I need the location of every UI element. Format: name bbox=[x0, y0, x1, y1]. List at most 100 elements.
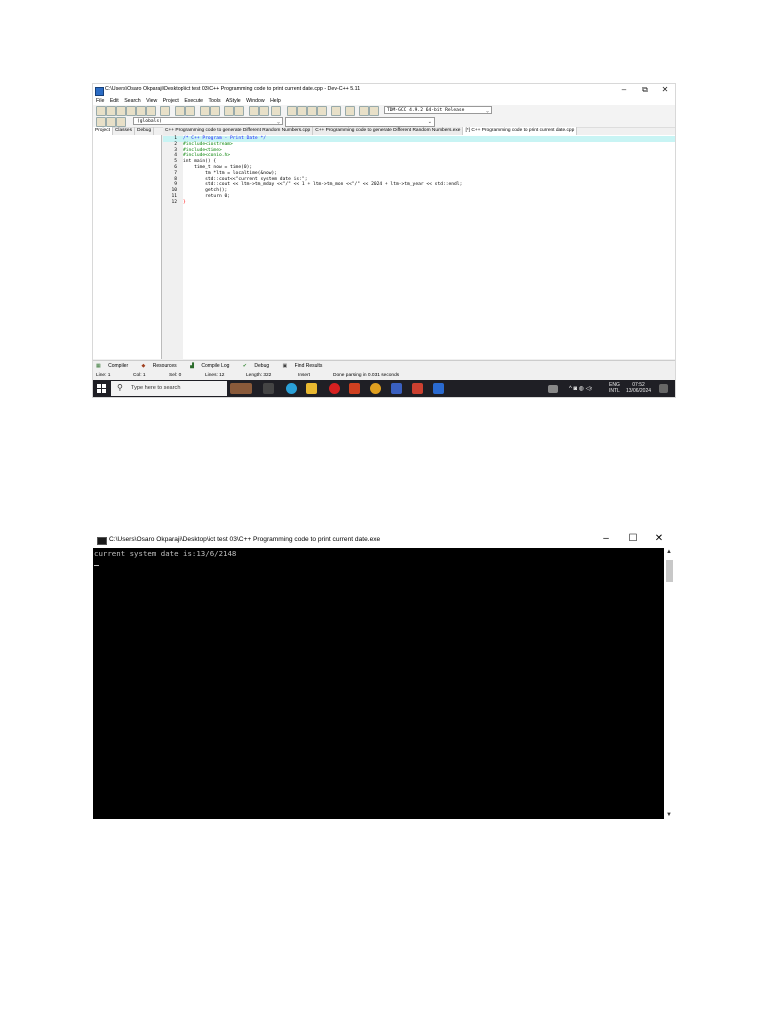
insert-icon[interactable] bbox=[96, 117, 106, 127]
menu-edit[interactable]: Edit bbox=[110, 98, 119, 104]
menu-help[interactable]: Help bbox=[270, 98, 281, 104]
close-file-icon[interactable] bbox=[136, 106, 146, 116]
undo-icon[interactable] bbox=[175, 106, 185, 116]
devcpp-taskbar-icon[interactable] bbox=[412, 383, 423, 394]
console-scrollbar[interactable]: ▲ ▼ bbox=[664, 548, 675, 819]
chevron-down-icon: ⌄ bbox=[427, 119, 432, 125]
tab-debug[interactable]: Debug bbox=[135, 127, 155, 135]
toggle-bookmark-icon[interactable] bbox=[106, 117, 116, 127]
tab-compiler[interactable]: ▦ Compiler bbox=[96, 361, 134, 371]
edge-browser-icon[interactable] bbox=[286, 383, 297, 394]
print-icon[interactable] bbox=[160, 106, 170, 116]
menu-search[interactable]: Search bbox=[124, 98, 140, 104]
function-select[interactable]: ⌄ bbox=[285, 117, 435, 127]
delete-profile-icon[interactable] bbox=[369, 106, 379, 116]
check-icon: ✔ bbox=[242, 363, 247, 369]
stop-icon[interactable] bbox=[345, 106, 355, 116]
console-title-bar[interactable]: C:\Users\Osaro Okparaji\Desktop\ict test… bbox=[93, 532, 675, 548]
compiler-select-value: TDM-GCC 4.9.2 64-bit Release bbox=[387, 108, 465, 113]
input-language[interactable]: ENG INTL bbox=[609, 382, 620, 394]
chevron-down-icon: ⌄ bbox=[276, 119, 280, 125]
message-tabs: ▦ Compiler ◆ Resources ▟ Compile Log ✔ D… bbox=[93, 360, 675, 371]
taskbar-search-box[interactable]: ⚲ Type here to search bbox=[111, 381, 227, 396]
project-panel[interactable] bbox=[93, 135, 162, 359]
tab-find-results[interactable]: ▣ Find Results bbox=[283, 361, 329, 371]
windows-taskbar: ⚲ Type here to search ^ ◙ ◍ ◁‹ ENG INTL … bbox=[93, 380, 675, 397]
tab-resources[interactable]: ◆ Resources bbox=[142, 361, 183, 371]
run-icon[interactable] bbox=[297, 106, 307, 116]
file-tab-random-exe[interactable]: C++ Programming code to generate Differe… bbox=[313, 127, 464, 135]
menu-bar: File Edit Search View Project Execute To… bbox=[93, 97, 675, 105]
status-mode: Insert bbox=[298, 373, 310, 378]
compiler-select[interactable]: TDM-GCC 4.9.2 64-bit Release ⌄ bbox=[384, 106, 492, 114]
taskbar-clock[interactable]: 07:52 13/06/2024 bbox=[626, 382, 651, 394]
indent-icon[interactable] bbox=[224, 106, 234, 116]
file-tab-print-date-cpp[interactable]: [*] C++ Programming code to print curren… bbox=[463, 127, 578, 135]
redo-icon[interactable] bbox=[185, 106, 195, 116]
save-all-icon[interactable] bbox=[126, 106, 136, 116]
tab-project[interactable]: Project bbox=[93, 127, 113, 135]
devcpp-app-icon bbox=[95, 87, 104, 96]
restore-button[interactable]: ⧉ bbox=[638, 85, 652, 95]
status-col: Col: 1 bbox=[133, 373, 146, 378]
bookmark-icon[interactable] bbox=[271, 106, 281, 116]
word-app-icon[interactable] bbox=[391, 383, 402, 394]
console-maximize-button[interactable]: ☐ bbox=[625, 533, 641, 544]
devcpp-window-title: C:\Users\Osaro Okparaji\Desktop\ict test… bbox=[105, 86, 361, 92]
back-icon[interactable] bbox=[249, 106, 259, 116]
menu-window[interactable]: Window bbox=[246, 98, 264, 104]
opera-browser-icon[interactable] bbox=[329, 383, 340, 394]
scrollbar-thumb[interactable] bbox=[666, 560, 673, 582]
unindent-icon[interactable] bbox=[234, 106, 244, 116]
tab-classes[interactable]: Classes bbox=[113, 127, 135, 135]
code-editor[interactable]: 1/* C++ Program - Print Date */2 #include… bbox=[163, 135, 675, 359]
console-close-button[interactable]: ✕ bbox=[651, 533, 667, 544]
console-taskbar-icon[interactable] bbox=[433, 383, 444, 394]
chevron-down-icon: ⌄ bbox=[485, 108, 489, 114]
pdf-reader-icon[interactable] bbox=[349, 383, 360, 394]
close-button[interactable]: ✕ bbox=[658, 85, 672, 94]
devcpp-title-bar[interactable]: C:\Users\Osaro Okparaji\Desktop\ict test… bbox=[93, 84, 675, 97]
windows-start-icon[interactable] bbox=[97, 384, 106, 393]
compile-run-icon[interactable] bbox=[307, 106, 317, 116]
new-file-icon[interactable] bbox=[96, 106, 106, 116]
minimize-button[interactable]: – bbox=[617, 85, 631, 94]
status-sel: Sel: 0 bbox=[169, 373, 182, 378]
system-tray-icons[interactable]: ^ ◙ ◍ ◁‹ bbox=[569, 385, 592, 392]
chrome-browser-icon[interactable] bbox=[370, 383, 381, 394]
tab-compile-log[interactable]: ▟ Compile Log bbox=[190, 361, 235, 371]
profile-icon[interactable] bbox=[359, 106, 369, 116]
menu-view[interactable]: View bbox=[146, 98, 157, 104]
code-text: } bbox=[183, 199, 186, 205]
file-tab-random-cpp[interactable]: C++ Programming code to generate Differe… bbox=[163, 127, 314, 135]
menu-execute[interactable]: Execute bbox=[184, 98, 203, 104]
scroll-up-icon[interactable]: ▲ bbox=[666, 549, 672, 555]
chart-icon: ▟ bbox=[190, 363, 194, 369]
rebuild-icon[interactable] bbox=[317, 106, 327, 116]
find-icon[interactable] bbox=[200, 106, 210, 116]
keyboard-icon[interactable] bbox=[548, 385, 558, 393]
save-icon[interactable] bbox=[116, 106, 126, 116]
menu-file[interactable]: File bbox=[96, 98, 104, 104]
menu-tools[interactable]: Tools bbox=[208, 98, 220, 104]
file-explorer-icon[interactable] bbox=[306, 383, 317, 394]
notification-icon[interactable] bbox=[659, 384, 668, 393]
goto-bookmark-icon[interactable] bbox=[116, 117, 126, 127]
file-tabs: C++ Programming code to generate Differe… bbox=[163, 127, 675, 135]
close-all-icon[interactable] bbox=[146, 106, 156, 116]
weather-widget-icon[interactable] bbox=[230, 383, 252, 394]
globals-select[interactable]: (globals) ⌄ bbox=[133, 117, 283, 125]
scroll-down-icon[interactable]: ▼ bbox=[666, 812, 672, 818]
forward-icon[interactable] bbox=[259, 106, 269, 116]
code-line[interactable]: 12} bbox=[163, 200, 675, 206]
task-view-icon[interactable] bbox=[263, 383, 274, 394]
tab-debug-output[interactable]: ✔ Debug bbox=[243, 361, 275, 371]
search-icon: ⚲ bbox=[117, 383, 123, 392]
menu-astyle[interactable]: AStyle bbox=[226, 98, 241, 104]
console-minimize-button[interactable]: – bbox=[598, 533, 614, 544]
replace-icon[interactable] bbox=[210, 106, 220, 116]
menu-project[interactable]: Project bbox=[163, 98, 179, 104]
check-icon[interactable] bbox=[331, 106, 341, 116]
open-file-icon[interactable] bbox=[106, 106, 116, 116]
compile-icon[interactable] bbox=[287, 106, 297, 116]
